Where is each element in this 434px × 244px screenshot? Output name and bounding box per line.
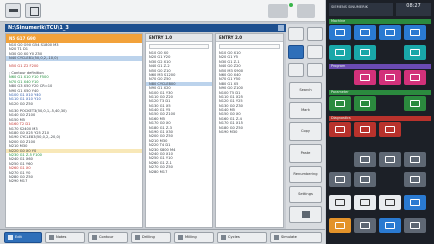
program-editor-2[interactable]: ENTRY 1.0 N10 G0 X0 N20 G1 Y20 N30 G2 X10 N… — [145, 33, 213, 228]
settings-icon[interactable] — [307, 63, 323, 77]
network-tile[interactable] — [379, 152, 401, 167]
softkey-cycles[interactable]: Cycles — [217, 232, 267, 243]
window-tile[interactable] — [379, 195, 401, 210]
power-tile[interactable] — [404, 218, 426, 233]
jog-tile[interactable] — [354, 25, 376, 40]
renumber-button[interactable]: Renumbering — [289, 166, 322, 183]
program-lines: N10 G0 G90 G54 S1800 M3 N20 T1 D1 N30 G0 X… — [6, 43, 142, 184]
search-button[interactable]: Search — [289, 82, 322, 99]
help-tile[interactable] — [404, 172, 426, 187]
search-icon[interactable] — [288, 27, 304, 41]
machine-tile[interactable] — [329, 25, 351, 40]
horizontal-softkeys: Edit Notes Contour Drilling Milling Cycl… — [0, 229, 325, 244]
display-tile[interactable] — [379, 218, 401, 233]
status-button[interactable] — [268, 4, 288, 18]
program-editor-3[interactable]: ENTRY 2.0 N10 G0 X10 N20 G1 Y5 N30 G1 Z-1 N… — [215, 33, 284, 228]
milling-icon — [178, 235, 183, 240]
close-icon[interactable] — [278, 25, 284, 31]
column-header: ENTRY 1.0 — [146, 34, 212, 42]
editor-path: N:\Sinumerik\TCU\1_3 — [8, 25, 69, 31]
section-parameter: Parameter — [329, 90, 431, 95]
work-offset-tile[interactable] — [404, 45, 426, 60]
paste-button[interactable]: Paste — [289, 144, 322, 163]
program-editor-main[interactable]: N5 G17 G90 N10 G0 G90 G54 S1800 M3 N20 T1… — [5, 33, 143, 228]
save-icon[interactable] — [307, 27, 323, 41]
section-diagnostics: Diagnostics — [329, 116, 431, 121]
contour-icon — [92, 235, 97, 240]
panel-header: SIEMENS SINUMERIK — [329, 3, 393, 16]
softkey-milling[interactable]: Milling — [174, 232, 214, 243]
info-icon[interactable] — [288, 63, 304, 77]
auto-tile[interactable] — [404, 25, 426, 40]
camera-tile[interactable] — [354, 218, 376, 233]
softkey-simulate[interactable]: Simulate — [270, 232, 322, 243]
tool-tile[interactable] — [329, 45, 351, 60]
program-lines: N10 G0 X10 N20 G1 Y5 N30 G1 Z-1 N40 G0 Z20 N… — [216, 51, 283, 134]
cycle-icon[interactable] — [288, 45, 304, 59]
status-indicator — [289, 3, 293, 7]
mark-button[interactable]: Mark — [289, 102, 322, 119]
keyboard-tile[interactable] — [329, 218, 351, 233]
settings-button[interactable]: Settings — [289, 186, 322, 203]
top-toolbar — [0, 0, 325, 22]
section-machine: Machine — [329, 19, 431, 24]
system-tile[interactable] — [354, 152, 376, 167]
program-line[interactable]: N190 M30 — [216, 130, 283, 134]
clock: 08:27 — [396, 3, 431, 16]
copy-button[interactable]: Copy — [289, 122, 322, 141]
editor-tile[interactable] — [404, 70, 426, 85]
offset-tile[interactable] — [354, 45, 376, 60]
softkey-contour[interactable]: Contour — [88, 232, 128, 243]
return-icon — [301, 211, 310, 218]
notes-icon — [49, 235, 54, 240]
softkey-notes[interactable]: Notes — [45, 232, 85, 243]
program-lines: N10 G0 X0 N20 G1 Y20 N30 G2 X10 N40 G1 Z-2 N… — [146, 51, 212, 174]
backup-tile[interactable] — [354, 172, 376, 187]
input-field[interactable] — [219, 44, 280, 49]
parameter-tile[interactable] — [329, 96, 351, 111]
cycles-icon — [221, 235, 226, 240]
tools-tile[interactable] — [404, 152, 426, 167]
block-header: N5 G17 G90 — [6, 34, 142, 43]
section-program: Program — [329, 64, 431, 69]
program-line[interactable]: N280 M17 — [146, 170, 212, 174]
screen-tile[interactable] — [404, 195, 426, 210]
input-field[interactable] — [149, 44, 209, 49]
softkey-edit[interactable]: Edit — [4, 232, 42, 243]
alarm-tile[interactable] — [329, 122, 351, 137]
drilling-icon — [135, 235, 140, 240]
setting-data-tile[interactable] — [354, 96, 376, 111]
keyboard-icon[interactable] — [25, 3, 41, 18]
edit-icon — [8, 235, 13, 240]
menu-button[interactable] — [297, 4, 315, 18]
messages-tile[interactable] — [354, 122, 376, 137]
mda-tile[interactable] — [379, 25, 401, 40]
back-tile[interactable] — [354, 195, 376, 210]
simulate-icon — [274, 235, 279, 240]
column-header: ENTRY 2.0 — [216, 34, 283, 42]
home-tile[interactable] — [329, 195, 351, 210]
user-variables-tile[interactable] — [404, 96, 426, 111]
program-line[interactable]: N290 M17 — [6, 179, 142, 183]
vertical-softkeys: Search Mark Copy Paste Renumbering Setti… — [286, 24, 325, 234]
service-tile[interactable] — [379, 122, 401, 137]
program-tile[interactable] — [354, 70, 376, 85]
commissioning-tile[interactable] — [329, 172, 351, 187]
editor-titlebar: N:\Sinumerik\TCU\1_3 — [5, 24, 286, 32]
side-panel: SIEMENS SINUMERIK 08:27 Machine Program … — [326, 0, 434, 244]
window-icon[interactable] — [5, 3, 21, 18]
program-manager-tile[interactable] — [379, 70, 401, 85]
softkey-drilling[interactable]: Drilling — [131, 232, 171, 243]
folder-icon[interactable] — [307, 45, 323, 59]
extra-button[interactable] — [289, 206, 322, 223]
